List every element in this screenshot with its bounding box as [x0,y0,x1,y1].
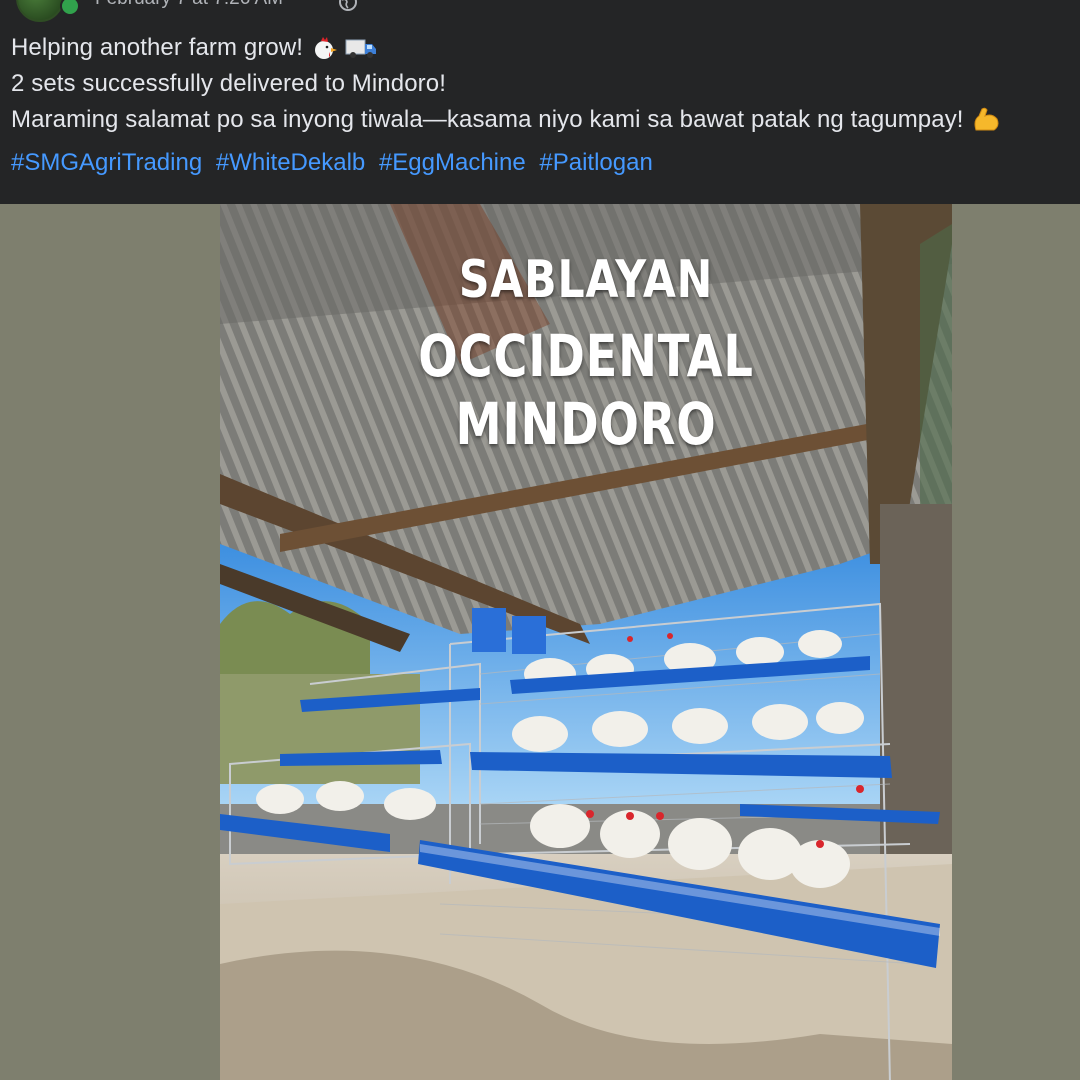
hashtag-link[interactable]: #EggMachine [379,149,526,176]
hashtag-link[interactable]: #Paitlogan [539,149,652,176]
post-line-text: Maraming salamat po sa inyong tiwala—kas… [11,106,964,133]
flexed-biceps-icon [974,107,999,131]
hashtag-row: #SMGAgriTrading #WhiteDekalb #EggMachine… [11,149,660,177]
avatar[interactable] [16,0,64,22]
photo-overlay-subtitle: OCCIDENTAL MINDORO [418,322,754,458]
globe-icon [339,0,357,11]
post-timestamp[interactable]: February 7 at 7:26 AM [95,0,283,10]
post-photo[interactable]: SABLAYAN OCCIDENTAL MINDORO [220,204,952,1080]
post-line: 2 sets successfully delivered to Mindoro… [11,70,446,97]
post-body: Helping another farm grow! 2 sets succes… [11,30,1071,138]
post-line: Maraming salamat po sa inyong tiwala—kas… [11,102,1071,138]
post-line-text: Helping another farm grow! [11,34,304,61]
photo-overlay-title: SABLAYAN [458,250,714,310]
post-header: February 7 at 7:26 AM Helping another fa… [0,0,1080,204]
hashtag-link[interactable]: #SMGAgriTrading [11,149,202,176]
chicken-emoji-icon [315,37,338,59]
delivery-truck-icon [345,39,377,58]
post-line: Helping another farm grow! [11,30,1071,66]
online-status-dot [60,0,80,16]
hashtag-link[interactable]: #WhiteDekalb [216,149,365,176]
